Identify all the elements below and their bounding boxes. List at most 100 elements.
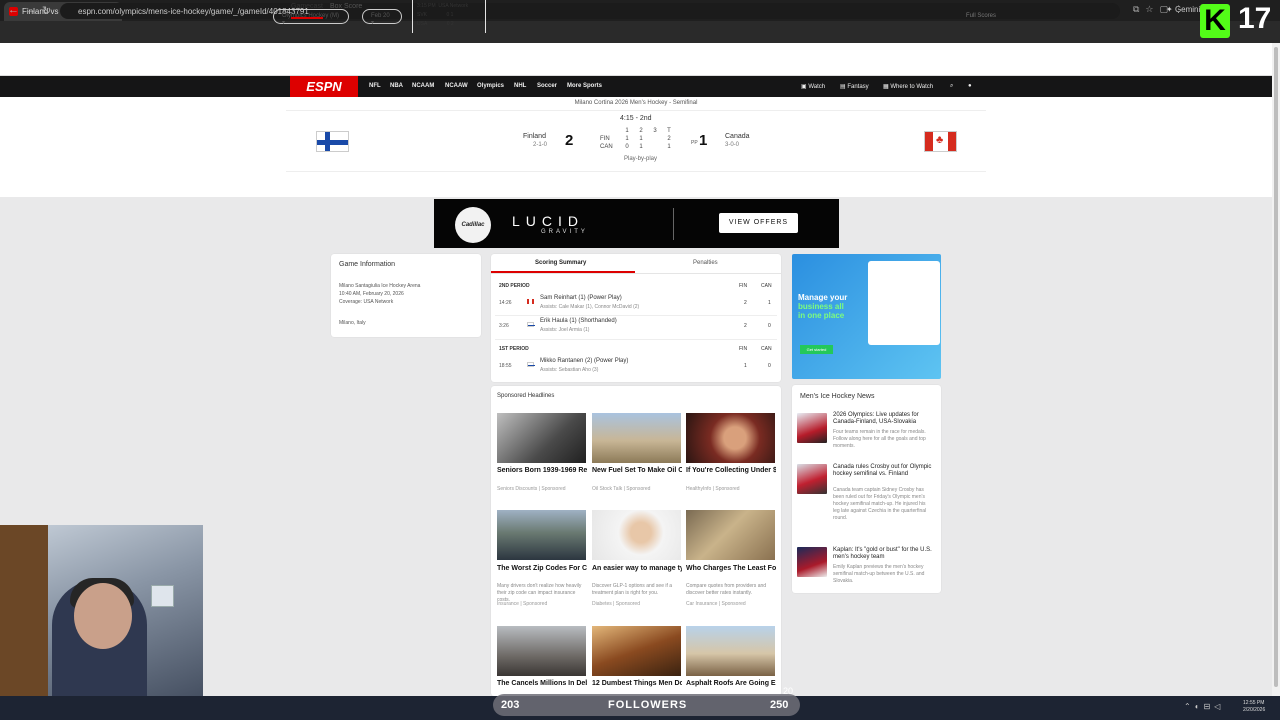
nav-link-nhl[interactable]: NHL (514, 83, 526, 89)
news-thumbnail[interactable] (797, 464, 827, 494)
sponsored-source: Insurance | Sponsored (497, 601, 548, 607)
espn-logo[interactable]: ESPN (290, 76, 358, 97)
system-tray-icons[interactable]: ⌃◐⊟◁ (1184, 702, 1224, 711)
tab-box-score[interactable]: Box Score (330, 3, 362, 10)
sponsored-image[interactable] (592, 413, 681, 463)
nav-link-ncaam[interactable]: NCAAM (412, 83, 434, 89)
sponsored-title: Sponsored Headlines (497, 393, 555, 399)
nav-link-ncaaw[interactable]: NCAAW (445, 83, 468, 89)
sponsored-headline[interactable]: Seniors Born 1939-1969 Receive 11... (497, 466, 587, 475)
espn-nav-bar (0, 76, 1272, 97)
where-to-watch-link[interactable]: ▦ Where to Watch (883, 83, 933, 90)
taskbar-clock[interactable]: 12:55 PM 2/20/2026 (1243, 700, 1265, 714)
account-icon[interactable]: ● (968, 83, 972, 89)
news-thumbnail[interactable] (797, 547, 827, 577)
url-input[interactable]: espn.com/olympics/mens-ice-hockey/game/_… (60, 3, 1120, 19)
home-team-score: 2 (565, 132, 574, 149)
followers-goal: 250 (770, 699, 789, 711)
news-description: Canada team captain Sidney Crosby has be… (833, 487, 927, 521)
full-scores-link[interactable]: Full Scores (966, 13, 996, 19)
ad-brand: LUCID (512, 213, 585, 229)
away-team-name[interactable]: Canada (725, 133, 750, 140)
news-headline[interactable]: Canada rules Crosby out for Olympic hock… (833, 464, 933, 478)
followers-label: FOLLOWERS (608, 699, 688, 711)
col-can: CAN (761, 283, 772, 289)
webcam-person-head (74, 583, 132, 649)
goal-assists: Assists: Joel Armia (1) (540, 327, 590, 333)
webcam-poster (151, 585, 174, 607)
view-offers-button[interactable]: VIEW OFFERS (719, 213, 798, 233)
goal-time: 3:26 (499, 323, 509, 329)
reload-icon[interactable]: ↻ (42, 4, 51, 17)
game-coverage: Coverage: USA Network (339, 299, 394, 305)
nav-link-nfl[interactable]: NFL (369, 83, 381, 89)
sponsored-image[interactable] (497, 510, 586, 560)
score-can: 1 (768, 300, 771, 306)
nav-link-nba[interactable]: NBA (390, 83, 403, 89)
col-fin: FIN (739, 283, 748, 289)
kick-logo-icon: K (1200, 4, 1230, 38)
sponsored-headline[interactable]: An easier way to manage type 2... (592, 564, 682, 573)
goal-time: 14:26 (499, 300, 512, 306)
tab-penalties[interactable]: Penalties (693, 260, 718, 266)
goal-scorer[interactable]: Sam Reinhart (1) (Power Play) (540, 295, 622, 301)
fantasy-link[interactable]: ▤ Fantasy (840, 83, 869, 90)
sponsored-image[interactable] (686, 413, 775, 463)
sponsored-image[interactable] (592, 510, 681, 560)
goal-scorer[interactable]: Mikko Rantanen (2) (Power Play) (540, 358, 628, 364)
goal-scorer[interactable]: Erik Haula (1) (Shorthanded) (540, 318, 617, 324)
back-icon[interactable]: ← (8, 4, 19, 16)
forward-icon[interactable]: → (25, 4, 36, 16)
game-clock: 4:15 - 2nd (620, 115, 652, 122)
watch-icon: ▣ (801, 84, 807, 90)
news-thumbnail[interactable] (797, 413, 827, 443)
sponsored-source: HealthyInfo | Sponsored (686, 486, 740, 492)
sponsored-image[interactable] (686, 626, 775, 676)
canada-flag-icon (527, 299, 534, 304)
sponsored-headline[interactable]: The Cancels Millions In Debt - Now (497, 679, 587, 688)
sponsored-source: Seniors Discounts | Sponsored (497, 486, 566, 492)
nav-link-olympics[interactable]: Olympics (477, 83, 504, 89)
date-filter-select[interactable]: Feb 20 ▾ (362, 9, 402, 26)
watch-link[interactable]: ▣ Watch (801, 83, 825, 90)
sponsored-source: Car Insurance | Sponsored (686, 601, 746, 607)
browser-toolbar-icons[interactable]: ⧉☆▢⋮ (1133, 4, 1189, 15)
sponsored-headline[interactable]: New Fuel Set To Make Oil Obsolete (592, 466, 682, 475)
finland-flag-icon (527, 362, 535, 367)
home-team-name[interactable]: Finland (523, 133, 546, 140)
sponsored-image[interactable] (686, 510, 775, 560)
sponsored-headline[interactable]: Who Charges The Least For Car... (686, 564, 776, 573)
ad-dashboard-preview (868, 261, 940, 345)
news-headline[interactable]: 2026 Olympics: Live updates for Canada-F… (833, 412, 933, 426)
sponsored-headline[interactable]: Asphalt Roofs Are Going Extinct Thank (686, 679, 776, 688)
sponsored-image[interactable] (592, 626, 681, 676)
fantasy-icon: ▤ (840, 84, 846, 90)
webcam-door (0, 525, 48, 720)
sponsored-headline[interactable]: The Worst Zip Codes For Car Insurance I.… (497, 564, 587, 573)
nav-link-soccer[interactable]: Soccer (537, 83, 557, 89)
sponsored-image[interactable] (497, 413, 586, 463)
period-row-can: CAN 0 1 1 (600, 144, 671, 150)
canada-flag-icon[interactable]: ♣ (924, 131, 957, 152)
finland-flag-icon (527, 322, 535, 327)
period-label-2nd: 2ND PERIOD (499, 283, 530, 289)
home-team-record: 2-1-0 (533, 142, 548, 148)
mini-scoreboard-game[interactable]: 3:15 PM USA Network SVK 0 1 USA 0 2 (412, 0, 486, 33)
ad-cta-button[interactable]: Get started (800, 345, 833, 354)
stream-counter: 17 (1238, 2, 1272, 35)
tab-scoring-summary[interactable]: Scoring Summary (535, 260, 586, 266)
search-icon[interactable]: ⌕ (950, 83, 953, 90)
scrollbar-thumb[interactable] (1274, 47, 1278, 687)
away-team-record: 3-0-0 (725, 142, 740, 148)
nav-link-more-sports[interactable]: More Sports (567, 83, 602, 89)
away-team-score: 1 (699, 132, 708, 149)
finland-flag-icon[interactable] (316, 131, 349, 152)
sponsored-headline[interactable]: If You're Collecting Under $3950 In SS o… (686, 466, 776, 475)
sponsored-image[interactable] (497, 626, 586, 676)
col-fin: FIN (739, 346, 748, 352)
address-bar-row (0, 21, 1280, 43)
row-divider (495, 339, 777, 340)
play-by-play-link[interactable]: Play-by-play (624, 156, 657, 162)
news-headline[interactable]: Kaplan: It's "gold or bust" for the U.S.… (833, 547, 933, 561)
tab-gamecast[interactable]: Gamecast (291, 3, 323, 19)
